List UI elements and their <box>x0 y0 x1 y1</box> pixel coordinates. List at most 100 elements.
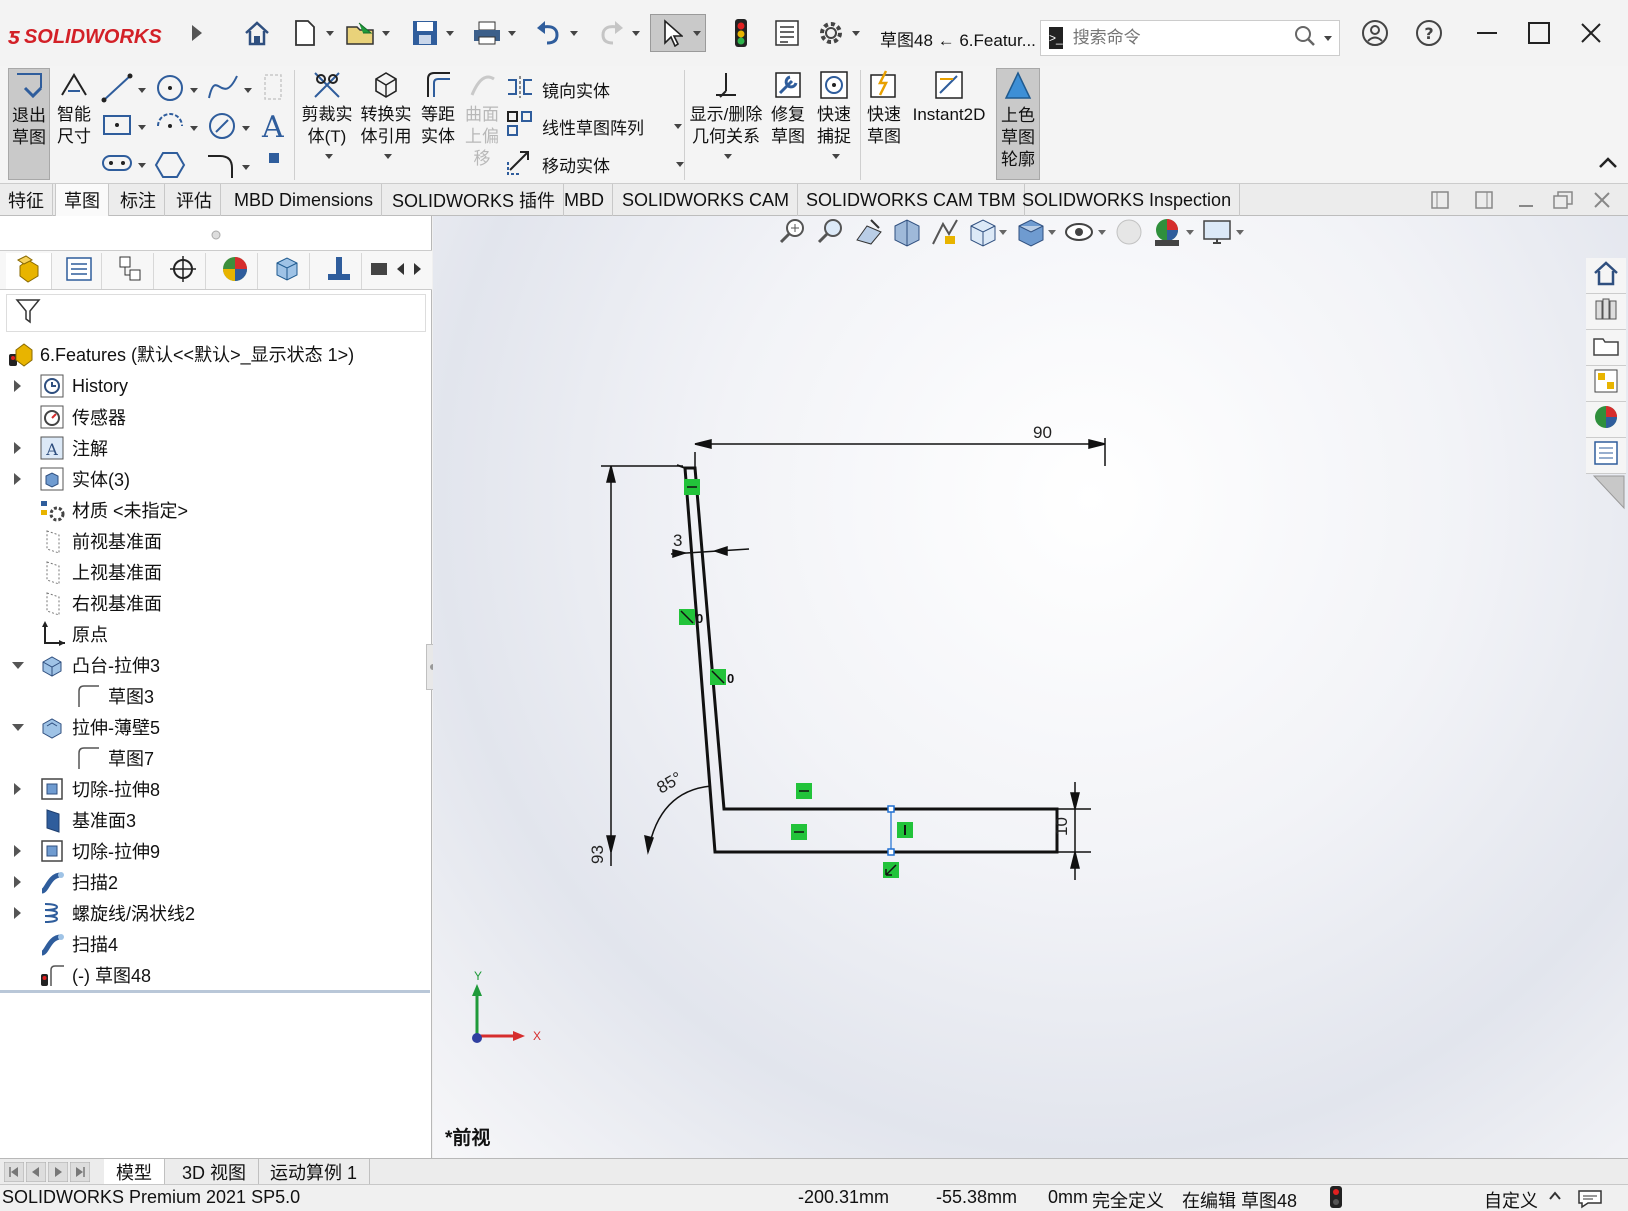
tree-item[interactable]: 右视基准面 <box>38 587 162 619</box>
configuration-manager-tab[interactable] <box>108 253 154 289</box>
chat-feedback-icon[interactable] <box>1576 1187 1604 1211</box>
tree-root[interactable]: 6.Features (默认<<默认>_显示状态 1>) <box>6 338 354 370</box>
sketch-profile[interactable] <box>683 466 1059 854</box>
expanded-arrow-icon[interactable] <box>12 662 24 669</box>
tab-features[interactable]: 特征 <box>0 184 53 216</box>
sketch-geometry[interactable] <box>676 464 1059 854</box>
tree-item[interactable]: 上视基准面 <box>38 556 162 588</box>
slot-tool-button[interactable] <box>100 150 146 181</box>
new-document-button[interactable] <box>288 16 334 50</box>
tree-rollback-bar[interactable] <box>0 990 430 993</box>
undo-button[interactable] <box>532 16 578 50</box>
tree-item[interactable]: 草图3 <box>74 680 154 712</box>
tree-item[interactable]: 原点 <box>38 618 108 650</box>
user-account-button[interactable] <box>1358 16 1392 50</box>
dimension-93-label[interactable]: 93 <box>588 845 607 864</box>
tree-item[interactable]: 前视基准面 <box>38 525 162 557</box>
tree-item[interactable]: 拉伸-薄壁5 <box>12 711 160 743</box>
dimension-90-label[interactable]: 90 <box>1033 423 1052 442</box>
cam-tools-tab[interactable] <box>368 253 390 289</box>
dimension-3[interactable] <box>670 545 750 559</box>
tree-item[interactable]: 螺旋线/涡状线2 <box>14 897 195 929</box>
tab-markup[interactable]: 标注 <box>112 184 165 216</box>
cam-operation-tab[interactable] <box>316 253 362 289</box>
dimxpert-manager-tab[interactable] <box>160 253 206 289</box>
scroll-left-arrow-icon[interactable] <box>394 259 406 284</box>
tree-item[interactable]: 切除-拉伸8 <box>14 773 160 805</box>
convert-entities-button[interactable]: 转换实 体引用 <box>358 68 414 159</box>
task-pane-expand-arrow-icon[interactable] <box>1586 474 1626 510</box>
search-input[interactable] <box>1072 28 1294 48</box>
file-properties-button[interactable] <box>770 16 804 50</box>
point-button[interactable] <box>266 150 282 171</box>
tree-item[interactable]: 切除-拉伸9 <box>14 835 160 867</box>
graphics-area[interactable]: 90 93 3 85° 10 0 0 Y X *前视 <box>433 216 1628 1158</box>
close-window-button[interactable] <box>1574 16 1608 50</box>
expand-menu-arrow-icon[interactable] <box>190 16 204 50</box>
line-tool-button[interactable] <box>100 72 146 109</box>
doc-minimize-icon[interactable] <box>1516 190 1536 215</box>
open-button[interactable] <box>344 16 390 50</box>
chevron-down-icon[interactable] <box>1323 35 1332 41</box>
polygon-tool-button[interactable] <box>154 150 186 185</box>
save-button[interactable] <box>408 16 454 50</box>
print-button[interactable] <box>470 16 516 50</box>
view-palette-tab[interactable] <box>1586 366 1626 402</box>
select-tool-button[interactable] <box>650 14 706 52</box>
collapse-ribbon-chevron-icon[interactable] <box>1598 154 1618 174</box>
dimension-85-label[interactable]: 85° <box>654 768 686 797</box>
tree-item[interactable]: 传感器 <box>38 401 126 433</box>
rapid-sketch-button[interactable]: 快速 草图 <box>864 68 904 148</box>
offset-on-surface-button[interactable]: 曲面 上偏 移 <box>462 68 502 170</box>
collapsed-arrow-icon[interactable] <box>14 876 21 888</box>
tab-solidworks-inspection[interactable]: SOLIDWORKS Inspection <box>1014 184 1241 216</box>
tab-solidworks-cam[interactable]: SOLIDWORKS CAM <box>614 184 799 216</box>
collapsed-arrow-icon[interactable] <box>14 783 21 795</box>
shaded-sketch-contours-button[interactable]: 上色 草图 轮廓 <box>996 68 1040 180</box>
fillet-tool-button[interactable] <box>206 150 250 185</box>
dimension-85-degree[interactable] <box>644 785 712 855</box>
mirror-entities-button[interactable]: 镜向实体 <box>506 74 610 105</box>
appearances-tab[interactable] <box>1586 402 1626 438</box>
tree-item[interactable]: (-) 草图48 <box>38 959 151 991</box>
dimension-90[interactable] <box>694 438 1106 470</box>
design-library-tab[interactable] <box>1586 294 1626 330</box>
search-commands-box[interactable]: >_ <box>1040 20 1340 56</box>
trim-entities-button[interactable]: 剪裁实 体(T) <box>298 68 356 159</box>
rectangle-tool-button[interactable] <box>100 110 146 145</box>
endpoint-marker[interactable] <box>887 848 895 856</box>
search-icon[interactable] <box>1294 25 1316 52</box>
dimension-93[interactable] <box>601 465 683 866</box>
sketch-canvas[interactable]: 90 93 3 85° 10 0 0 Y X <box>433 216 1628 1158</box>
rebuild-button[interactable] <box>724 16 758 50</box>
offset-entities-button[interactable]: 等距 实体 <box>418 68 458 148</box>
dimension-3-label[interactable]: 3 <box>673 531 682 550</box>
collapsed-arrow-icon[interactable] <box>14 845 21 857</box>
property-manager-tab[interactable] <box>56 253 102 289</box>
spline-tool-button[interactable] <box>206 72 252 109</box>
dimension-10-label[interactable]: 10 <box>1052 817 1071 836</box>
exit-sketch-button[interactable]: 退出 草图 <box>8 68 50 180</box>
tab-solidworks-addins[interactable]: SOLIDWORKS 插件 <box>384 184 565 216</box>
tab-mbd-dimensions[interactable]: MBD Dimensions <box>226 184 383 216</box>
smart-dimension-button[interactable]: 智能 尺寸 <box>54 68 94 148</box>
instant2d-button[interactable]: Instant2D <box>908 68 990 126</box>
minimize-window-button[interactable] <box>1470 16 1504 50</box>
collapsed-arrow-icon[interactable] <box>14 442 21 454</box>
home-button[interactable] <box>240 16 274 50</box>
tree-item[interactable]: 扫描2 <box>14 866 118 898</box>
doc-close-icon[interactable] <box>1592 190 1612 215</box>
tile-right-icon[interactable] <box>1474 190 1494 215</box>
arc-tool-button[interactable] <box>154 110 198 147</box>
panel-splitter-dot[interactable] <box>210 226 222 246</box>
tab-motion-study-1[interactable]: 运动算例 1 <box>258 1159 371 1185</box>
collapsed-arrow-icon[interactable] <box>14 380 21 392</box>
help-button[interactable]: ? <box>1412 16 1446 50</box>
tree-item[interactable]: 实体(3) <box>14 463 130 495</box>
file-explorer-tab[interactable] <box>1586 330 1626 366</box>
ellipse-tool-button[interactable] <box>206 110 250 147</box>
tree-item[interactable]: 草图7 <box>74 742 154 774</box>
tree-filter-box[interactable] <box>6 294 426 332</box>
redo-button[interactable] <box>594 16 640 50</box>
endpoint-marker[interactable] <box>887 805 895 813</box>
